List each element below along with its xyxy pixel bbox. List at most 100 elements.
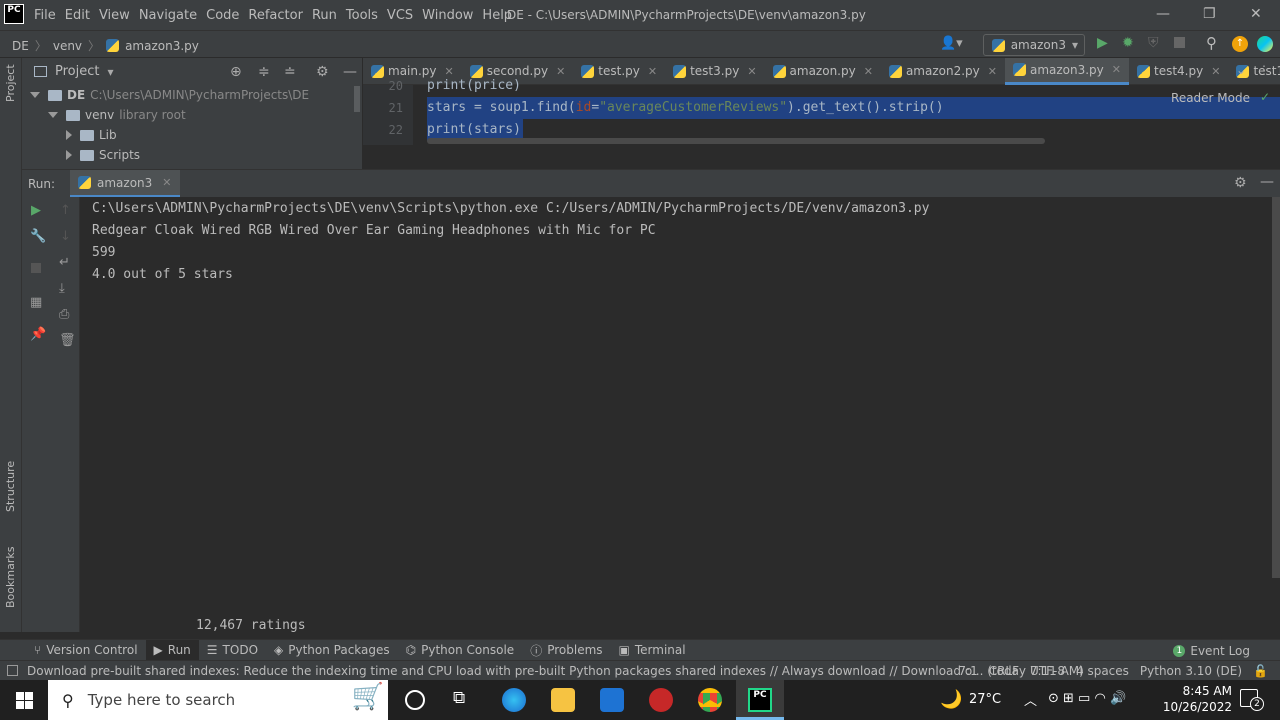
menu-file[interactable]: File bbox=[34, 8, 56, 23]
cortana-icon[interactable] bbox=[405, 690, 425, 710]
coverage-icon[interactable]: ⛨ bbox=[1148, 35, 1159, 51]
task-view-icon[interactable]: ⧉ bbox=[453, 688, 465, 708]
tool-problems[interactable]: ⓘ Problems bbox=[522, 640, 610, 661]
chevron-down-icon[interactable]: ▾ bbox=[107, 65, 113, 79]
close-icon[interactable]: ✕ bbox=[988, 65, 997, 78]
menu-view[interactable]: View bbox=[99, 8, 130, 23]
close-icon[interactable]: ✕ bbox=[162, 176, 171, 189]
stop-icon[interactable] bbox=[31, 263, 41, 273]
update-icon[interactable]: ↑ bbox=[1232, 36, 1248, 52]
search-icon[interactable]: ⚲ bbox=[1206, 34, 1217, 52]
close-icon[interactable]: ✕ bbox=[1112, 63, 1121, 76]
run-tab-amazon3[interactable]: amazon3 ✕ bbox=[70, 170, 180, 198]
close-icon[interactable]: ✕ bbox=[445, 65, 454, 78]
stop-icon[interactable] bbox=[1174, 37, 1185, 48]
pycharm-plugin-icon[interactable] bbox=[1257, 36, 1273, 52]
menu-code[interactable]: Code bbox=[206, 8, 239, 23]
tree-item-scripts[interactable]: Scripts bbox=[22, 145, 140, 165]
antivirus-icon[interactable] bbox=[649, 688, 673, 712]
wrench-icon[interactable]: 🔧 bbox=[30, 229, 46, 244]
gear-icon[interactable]: ⚙ bbox=[316, 64, 329, 80]
chevron-up-icon[interactable]: ︿ bbox=[1024, 690, 1037, 709]
interpreter[interactable]: Python 3.10 (DE) bbox=[1140, 664, 1242, 678]
tray-icons[interactable]: ⊙ ⊞ ▭ ◠ 🔊 bbox=[1048, 691, 1126, 706]
expanded-arrow-icon[interactable] bbox=[48, 112, 58, 118]
menu-run[interactable]: Run bbox=[312, 8, 337, 23]
tool-todo[interactable]: ☰ TODO bbox=[199, 640, 266, 661]
user-icon[interactable]: 👤▾ bbox=[940, 36, 963, 51]
lock-icon[interactable]: 🔓 bbox=[1253, 664, 1268, 678]
edge-icon[interactable] bbox=[502, 688, 526, 712]
menu-edit[interactable]: Edit bbox=[65, 8, 90, 23]
menu-refactor[interactable]: Refactor bbox=[248, 8, 303, 23]
console-scrollbar[interactable] bbox=[1272, 197, 1280, 578]
print-icon[interactable]: ⎙ bbox=[59, 307, 69, 322]
windows-start-icon[interactable] bbox=[16, 692, 33, 709]
breadcrumb-de[interactable]: DE bbox=[12, 39, 29, 53]
trash-icon[interactable]: 🗑 bbox=[59, 333, 76, 348]
panel-toggle-icon[interactable] bbox=[7, 665, 18, 676]
indent-setting[interactable]: 4 spaces bbox=[1076, 664, 1129, 678]
event-log-button[interactable]: 1 Event Log bbox=[1173, 640, 1250, 661]
tab-amazon2[interactable]: amazon2.py ✕ bbox=[881, 58, 1005, 85]
tab-test3[interactable]: test3.py ✕ bbox=[665, 58, 764, 85]
tool-run[interactable]: ▶ Run bbox=[145, 639, 199, 661]
breadcrumb-venv[interactable]: venv bbox=[53, 39, 82, 53]
gear-icon[interactable]: ⚙ bbox=[1234, 175, 1247, 191]
hide-icon[interactable]: — bbox=[343, 64, 357, 80]
horizontal-scrollbar[interactable] bbox=[427, 138, 1045, 144]
layout-icon[interactable]: ▦ bbox=[30, 295, 42, 310]
clock[interactable]: 8:45 AM 10/26/2022 bbox=[1163, 683, 1232, 715]
tool-version-control[interactable]: ⑂ Version Control bbox=[26, 640, 146, 661]
mail-icon[interactable] bbox=[600, 688, 624, 712]
file-explorer-icon[interactable] bbox=[551, 688, 575, 712]
soft-wrap-icon[interactable]: ↵ bbox=[59, 255, 70, 270]
chevron-down-icon[interactable]: ⌄ bbox=[1236, 63, 1246, 77]
tab-test4[interactable]: test4.py ✕ bbox=[1129, 58, 1228, 85]
tool-python-packages[interactable]: ◈ Python Packages bbox=[266, 640, 398, 661]
debug-icon[interactable]: ✹ bbox=[1122, 35, 1134, 51]
up-arrow-icon[interactable]: ↑ bbox=[60, 203, 71, 218]
status-message[interactable]: Download pre-built shared indexes: Reduc… bbox=[27, 664, 1084, 678]
collapsed-arrow-icon[interactable] bbox=[66, 150, 72, 160]
scroll-to-end-icon[interactable]: ⤓ bbox=[59, 281, 65, 296]
restore-button[interactable]: ❐ bbox=[1203, 6, 1216, 22]
taskbar-search[interactable]: ⚲ Type here to search 🛒 bbox=[48, 680, 388, 720]
pin-icon[interactable]: 📌 bbox=[30, 327, 46, 342]
tree-item-de[interactable]: DE C:\Users\ADMIN\PycharmProjects\DE bbox=[22, 85, 309, 105]
hide-icon[interactable]: — bbox=[1260, 174, 1274, 190]
structure-tool-tab[interactable]: Structure bbox=[4, 461, 17, 512]
close-icon[interactable]: ✕ bbox=[864, 65, 873, 78]
pycharm-taskbar-item[interactable]: PC bbox=[736, 680, 784, 720]
file-encoding[interactable]: UTF-8 bbox=[1030, 664, 1065, 678]
weather-temperature[interactable]: 27°C bbox=[969, 692, 1001, 707]
tool-python-console[interactable]: ⌬ Python Console bbox=[398, 640, 523, 661]
project-panel-title[interactable]: Project bbox=[55, 64, 99, 79]
project-tool-tab[interactable]: Project bbox=[4, 64, 17, 102]
weather-moon-icon[interactable]: 🌙 bbox=[940, 689, 962, 710]
close-button[interactable]: ✕ bbox=[1250, 6, 1262, 22]
menu-window[interactable]: Window bbox=[422, 8, 473, 23]
tree-item-lib[interactable]: Lib bbox=[22, 125, 117, 145]
tab-test[interactable]: test.py ✕ bbox=[573, 58, 665, 85]
run-configuration-select[interactable]: amazon3 ▾ bbox=[983, 34, 1085, 56]
down-arrow-icon[interactable]: ↓ bbox=[60, 229, 71, 244]
rerun-icon[interactable]: ▶ bbox=[31, 203, 41, 218]
breadcrumb-file[interactable]: amazon3.py bbox=[125, 39, 199, 53]
close-icon[interactable]: ✕ bbox=[747, 65, 756, 78]
reader-mode-button[interactable]: Reader Mode bbox=[1171, 91, 1250, 105]
collapsed-arrow-icon[interactable] bbox=[66, 130, 72, 140]
run-icon[interactable]: ▶ bbox=[1097, 35, 1108, 51]
bookmarks-tool-tab[interactable]: Bookmarks bbox=[4, 547, 17, 608]
close-icon[interactable]: ✕ bbox=[1211, 65, 1220, 78]
line-separator[interactable]: CRLF bbox=[989, 664, 1019, 678]
tool-terminal[interactable]: ▣ Terminal bbox=[611, 640, 694, 661]
expanded-arrow-icon[interactable] bbox=[30, 92, 40, 98]
menu-navigate[interactable]: Navigate bbox=[139, 8, 197, 23]
code-editor[interactable]: 20 21 22 print(price) stars = soup1.find… bbox=[363, 78, 1280, 169]
menu-vcs[interactable]: VCS bbox=[387, 8, 413, 23]
project-scrollbar[interactable] bbox=[354, 86, 360, 112]
locate-icon[interactable]: ⊕ bbox=[230, 64, 242, 80]
tab-amazon3[interactable]: amazon3.py ✕ bbox=[1004, 57, 1129, 85]
expand-all-icon[interactable]: ≑ bbox=[258, 64, 270, 80]
